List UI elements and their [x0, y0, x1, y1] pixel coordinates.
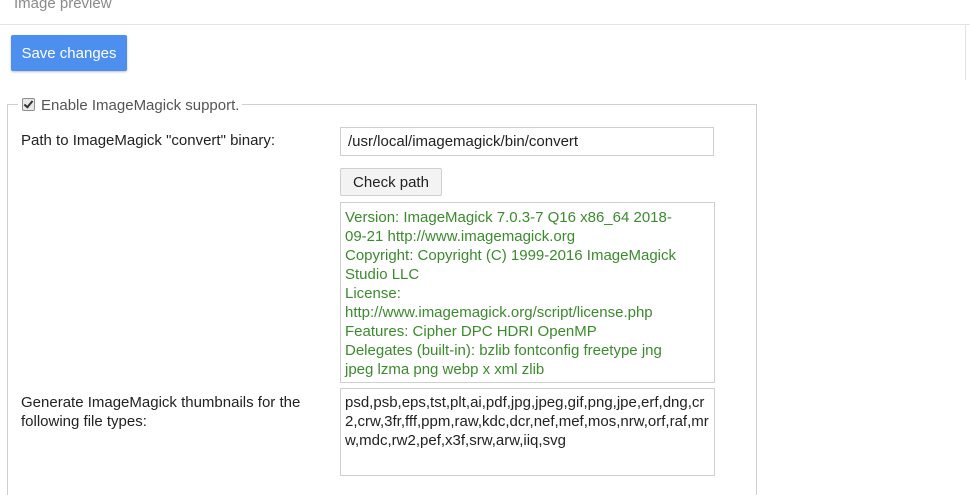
section-header: Image preview — [0, 0, 970, 25]
imagemagick-legend: Enable ImageMagick support. — [18, 95, 243, 115]
version-line: jpeg lzma png webp x xml zlib — [345, 361, 545, 378]
save-changes-button[interactable]: Save changes — [11, 35, 127, 71]
enable-imagemagick-label[interactable]: Enable ImageMagick support. — [41, 97, 239, 114]
divider — [965, 24, 966, 80]
version-line: License: — [345, 285, 401, 302]
path-label: Path to ImageMagick "convert" binary: — [21, 132, 276, 149]
version-line: Delegates (built-in): bzlib fontconfig f… — [345, 342, 662, 359]
check-path-button[interactable]: Check path — [340, 168, 442, 196]
version-info-box: Version: ImageMagick 7.0.3-7 Q16 x86_64 … — [340, 202, 715, 383]
thumbnails-label-line1: Generate ImageMagick thumbnails for the — [21, 394, 301, 411]
section-title: Image preview — [14, 0, 112, 12]
version-line: Version: ImageMagick 7.0.3-7 Q16 x86_64 … — [345, 209, 672, 226]
version-line: Studio LLC — [345, 266, 420, 283]
enable-imagemagick-checkbox[interactable] — [22, 97, 35, 111]
version-line: 09-21 http://www.imagemagick.org — [345, 228, 576, 245]
file-types-textarea[interactable]: psd,psb,eps,tst,plt,ai,pdf,jpg,jpeg,gif,… — [340, 388, 715, 476]
thumbnails-label-line2: following file types: — [21, 413, 147, 430]
version-line: http://www.imagemagick.org/script/licens… — [345, 304, 653, 321]
version-line: Copyright: Copyright (C) 1999-2016 Image… — [345, 247, 676, 264]
convert-path-input[interactable] — [340, 127, 714, 156]
version-line: Features: Cipher DPC HDRI OpenMP — [345, 323, 597, 340]
thumbnails-label: Generate ImageMagick thumbnails for the … — [21, 393, 300, 431]
